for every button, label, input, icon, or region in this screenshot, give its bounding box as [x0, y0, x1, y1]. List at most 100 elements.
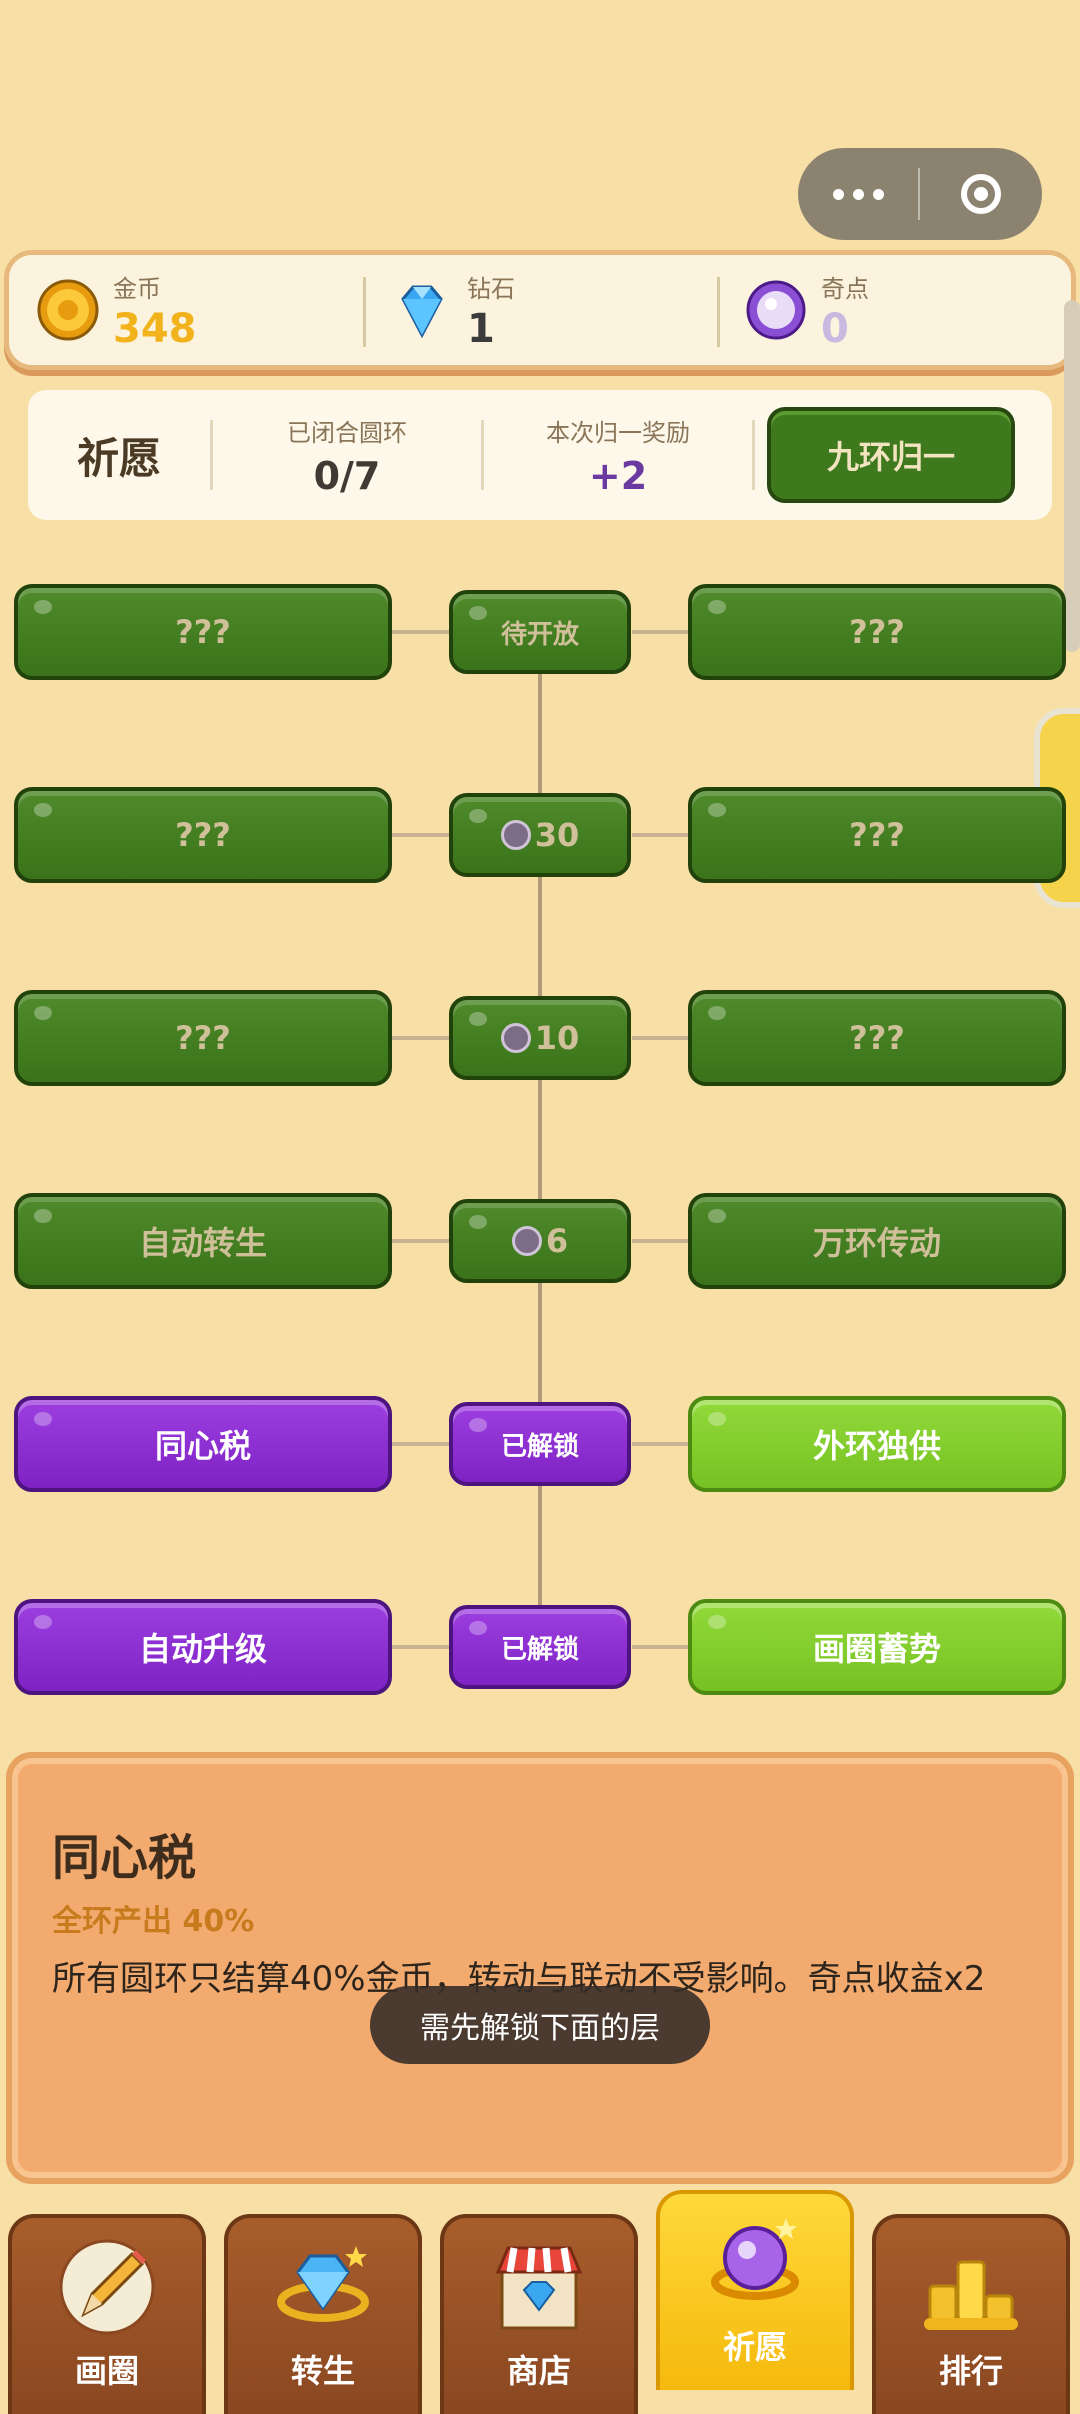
tree-node-right[interactable]: 外环独供 — [688, 1396, 1066, 1492]
target-circle-icon[interactable] — [920, 174, 1042, 214]
node-label: 外环独供 — [812, 1427, 941, 1465]
closed-rings-stat: 已闭合圆环 0/7 — [213, 413, 481, 498]
node-label: 自动转生 — [138, 1224, 267, 1262]
button-highlight — [34, 1412, 52, 1426]
button-highlight — [469, 809, 487, 823]
cost-label: 已解锁 — [500, 1431, 579, 1462]
closed-rings-value: 0/7 — [313, 453, 381, 498]
reward-stat: 本次归一奖励 +2 — [484, 413, 752, 498]
cost-label: 30 — [534, 816, 580, 854]
tree-branch — [632, 833, 688, 837]
crystal-orb-icon — [711, 2218, 799, 2300]
button-highlight — [708, 600, 726, 614]
tree-branch — [632, 630, 688, 634]
button-highlight — [34, 1209, 52, 1223]
button-highlight — [469, 1215, 487, 1229]
button-highlight — [708, 1209, 726, 1223]
divider — [752, 420, 755, 490]
tree-trunk — [538, 640, 542, 1640]
tree-node-right[interactable]: 万环传动 — [688, 1193, 1066, 1289]
pray-panel: 祈愿 已闭合圆环 0/7 本次归一奖励 +2 九环归一 — [28, 390, 1052, 520]
nine-rings-merge-button[interactable]: 九环归一 — [767, 407, 1015, 503]
more-dots-icon[interactable] — [798, 188, 918, 200]
tab-pray[interactable]: 祈愿 — [656, 2190, 854, 2390]
tree-node-cost[interactable]: 已解锁 — [449, 1605, 631, 1689]
podium-icon — [924, 2260, 1018, 2330]
tree-branch — [632, 1036, 688, 1040]
tree-node-cost[interactable]: 30 — [449, 793, 631, 877]
tree-branch — [632, 1239, 688, 1243]
diamond-ring-icon — [277, 2246, 369, 2322]
tree-node-right[interactable]: ??? — [688, 584, 1066, 680]
detail-subtitle: 全环产出 40% — [52, 1904, 255, 1939]
reward-value: +2 — [588, 453, 648, 498]
tree-node-cost[interactable]: 10 — [449, 996, 631, 1080]
tree-node-cost[interactable]: 已解锁 — [449, 1402, 631, 1486]
tree-node-left[interactable]: ??? — [14, 787, 392, 883]
pencil-icon — [59, 2239, 155, 2335]
node-label: 画圈蓄势 — [812, 1630, 941, 1668]
currency-bar: 金币 348 钻石 1 奇点 0 — [4, 250, 1076, 370]
node-label: ??? — [175, 1019, 231, 1057]
tree-node-left[interactable]: ??? — [14, 990, 392, 1086]
tree-node-left[interactable]: 自动升级 — [14, 1599, 392, 1695]
node-label: ??? — [849, 816, 905, 854]
tree-node-right[interactable]: ??? — [688, 787, 1066, 883]
tree-node-left[interactable]: ??? — [14, 584, 392, 680]
pray-title: 祈愿 — [76, 433, 161, 483]
button-highlight — [469, 606, 487, 620]
toast-message: 需先解锁下面的层 — [370, 1986, 710, 2064]
button-highlight — [469, 1418, 487, 1432]
tree-branch — [632, 1442, 688, 1446]
node-label: ??? — [849, 1019, 905, 1057]
singularity-cost-icon — [511, 1226, 542, 1256]
tree-node-left[interactable]: 自动转生 — [14, 1193, 392, 1289]
button-highlight — [708, 1006, 726, 1020]
tab-rebirth[interactable]: 转生 — [224, 2214, 422, 2414]
tree-node-cost[interactable]: 待开放 — [449, 590, 631, 674]
button-highlight — [34, 1006, 52, 1020]
detail-title: 同心税 — [52, 1830, 197, 1886]
side-scroll-indicator — [1064, 300, 1080, 652]
tab-ranking[interactable]: 排行 — [872, 2214, 1070, 2414]
gold-value: 348 — [113, 305, 197, 352]
currency-gold: 金币 348 — [9, 255, 363, 365]
node-label: ??? — [175, 816, 231, 854]
tab-label: 商店 — [506, 2352, 571, 2390]
tab-draw[interactable]: 画圈 — [8, 2214, 206, 2414]
tree-node-cost[interactable]: 6 — [449, 1199, 631, 1283]
currency-diamond: 钻石 1 — [363, 255, 717, 365]
node-label: 万环传动 — [812, 1224, 941, 1262]
gold-coin-icon — [37, 279, 99, 341]
button-highlight — [34, 803, 52, 817]
currency-label: 金币 — [113, 274, 161, 303]
tree-branch — [632, 1645, 688, 1649]
diamond-icon — [401, 285, 443, 339]
button-highlight — [708, 1412, 726, 1426]
shop-icon — [495, 2246, 583, 2330]
button-highlight — [34, 600, 52, 614]
button-highlight — [469, 1621, 487, 1635]
node-label: ??? — [849, 613, 905, 651]
tree-node-right[interactable]: 画圈蓄势 — [688, 1599, 1066, 1695]
tab-shop[interactable]: 商店 — [440, 2214, 638, 2414]
button-highlight — [708, 1615, 726, 1629]
cost-label: 已解锁 — [500, 1634, 579, 1665]
tab-label: 转生 — [290, 2352, 355, 2390]
detail-panel: 同心税 全环产出 40% 所有圆环只结算40%金币，转动与联动不受影响。奇点收益… — [6, 1752, 1074, 2184]
tree-node-right[interactable]: ??? — [688, 990, 1066, 1086]
singularity-cost-icon — [500, 820, 531, 850]
node-label: ??? — [175, 613, 231, 651]
tree-node-left[interactable]: 同心税 — [14, 1396, 392, 1492]
button-highlight — [708, 803, 726, 817]
singularity-value: 0 — [821, 305, 849, 352]
cost-label: 待开放 — [500, 619, 579, 650]
button-highlight — [469, 1012, 487, 1026]
tab-label: 排行 — [938, 2352, 1003, 2390]
cost-label: 6 — [545, 1222, 569, 1260]
tab-label: 祈愿 — [722, 2328, 787, 2366]
node-label: 同心税 — [154, 1427, 251, 1465]
diamond-value: 1 — [467, 305, 495, 352]
currency-singularity: 奇点 0 — [717, 255, 1071, 365]
tab-label: 画圈 — [74, 2352, 139, 2390]
